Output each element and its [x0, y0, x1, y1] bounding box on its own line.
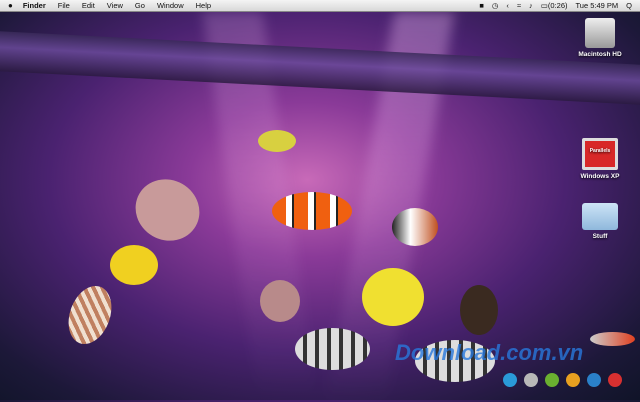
lionfish [61, 280, 119, 350]
boxfish [258, 130, 296, 152]
battery-icon: ▭ [541, 1, 548, 10]
bluetooth-icon[interactable]: ‹ [506, 1, 509, 10]
parallels-vm-icon: Parallels [582, 138, 618, 170]
watermark-dots [503, 373, 622, 387]
hard-drive-icon [585, 18, 615, 48]
parallels-status-icon[interactable]: ■ [479, 1, 484, 10]
battery-status[interactable]: ▭(0:26) [541, 1, 568, 10]
menu-finder[interactable]: Finder [23, 1, 46, 10]
desktop-icon-windows-xp[interactable]: Parallels Windows XP [570, 138, 630, 180]
water-surface [0, 31, 640, 105]
gourami-fish [124, 168, 210, 252]
watermark-text: Download.com.vn [395, 340, 583, 366]
volume-icon[interactable]: ♪ [529, 1, 533, 10]
watermark-dot [524, 373, 538, 387]
spotlight-icon[interactable]: Q [626, 1, 632, 10]
menu-file[interactable]: File [58, 1, 70, 10]
menu-help[interactable]: Help [196, 1, 211, 10]
wifi-icon[interactable]: ≈ [517, 1, 521, 10]
black-clownfish [392, 208, 438, 246]
menu-bar: ● Finder File Edit View Go Window Help ■… [0, 0, 640, 12]
pink-fish [260, 280, 300, 322]
desktop-icon-macintosh-hd[interactable]: Macintosh HD [570, 18, 630, 58]
menu-edit[interactable]: Edit [82, 1, 95, 10]
tetra-fish [590, 332, 635, 346]
folder-icon [582, 203, 618, 230]
watermark-dot [545, 373, 559, 387]
clock[interactable]: Tue 5:49 PM [575, 1, 618, 10]
menu-window[interactable]: Window [157, 1, 184, 10]
watermark-dot [566, 373, 580, 387]
watermark-dot [587, 373, 601, 387]
watermark-dot [608, 373, 622, 387]
striped-fish [295, 328, 370, 370]
yellow-tang [110, 245, 158, 285]
clownfish [272, 192, 352, 230]
black-fish [460, 285, 498, 335]
apple-menu-icon[interactable]: ● [8, 1, 13, 10]
watermark-dot [503, 373, 517, 387]
butterflyfish [362, 268, 424, 326]
time-machine-icon[interactable]: ◷ [492, 1, 499, 10]
menu-view[interactable]: View [107, 1, 123, 10]
menu-go[interactable]: Go [135, 1, 145, 10]
desktop-icon-stuff[interactable]: Stuff [570, 203, 630, 240]
